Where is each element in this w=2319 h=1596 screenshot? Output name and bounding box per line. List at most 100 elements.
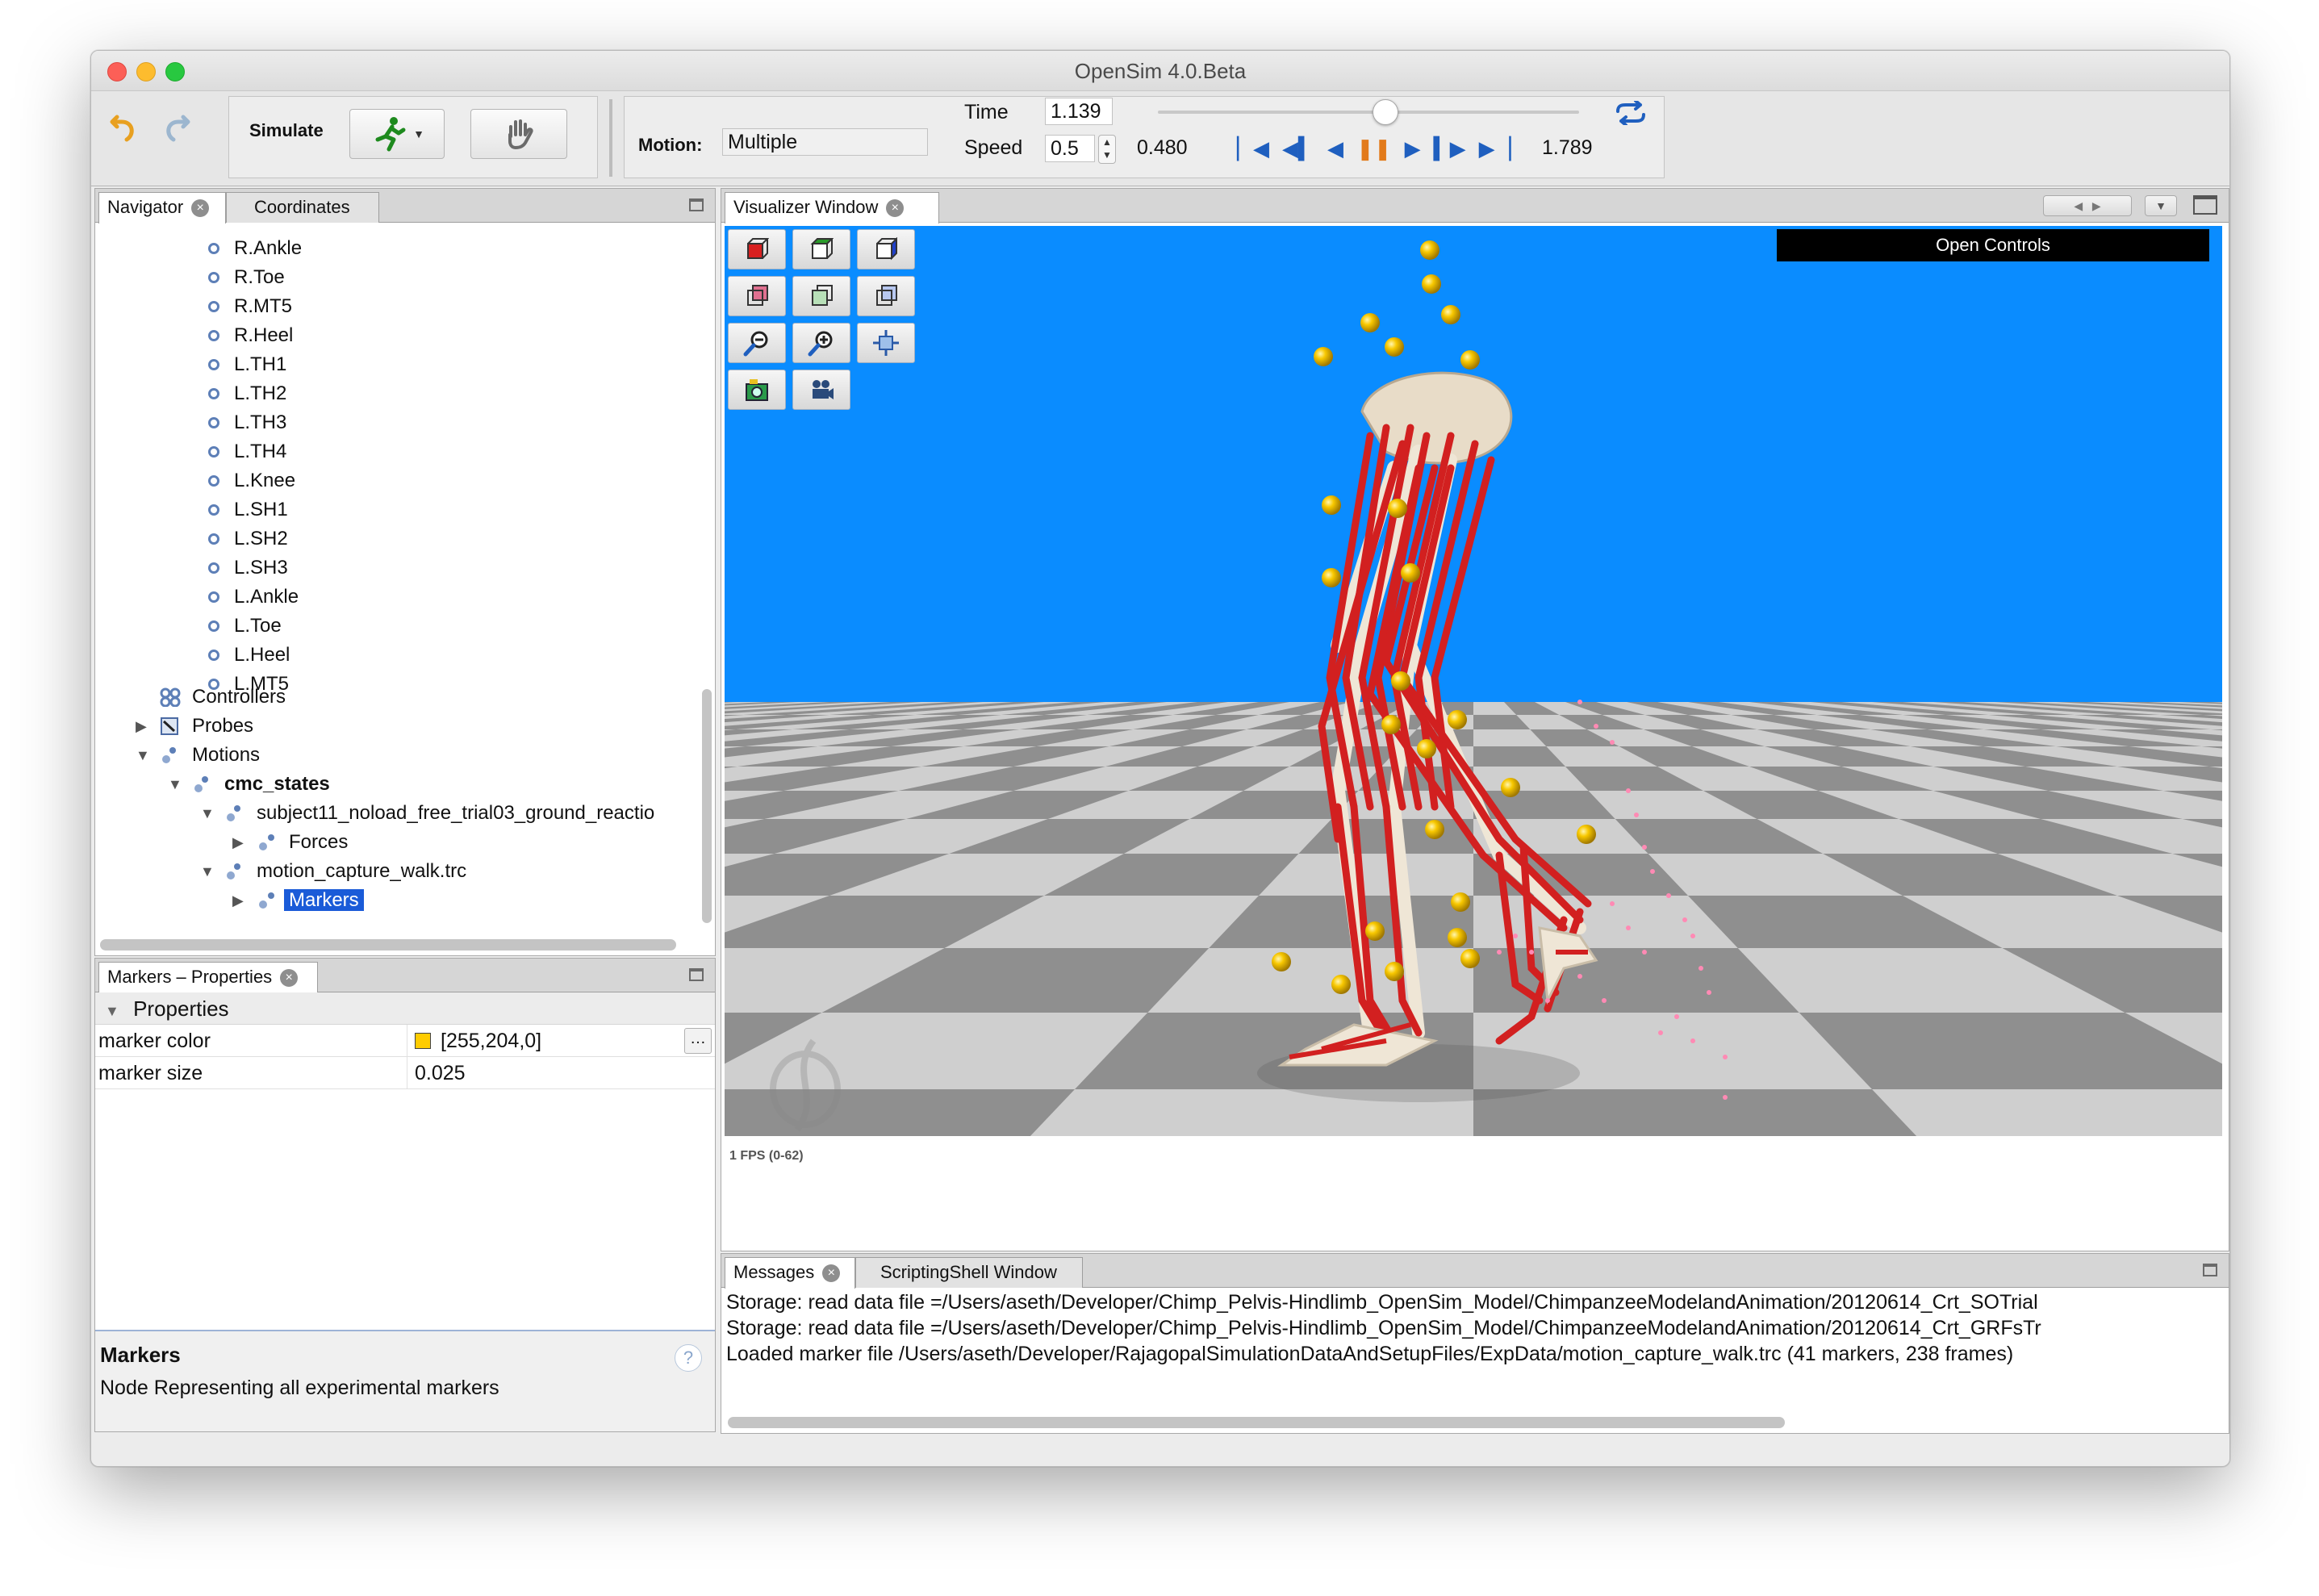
close-tab-icon[interactable]: × <box>886 199 905 218</box>
tab-navigator[interactable]: Navigator × <box>98 192 226 224</box>
tab-scroll-buttons[interactable]: ◀ ▶ <box>2043 195 2132 216</box>
step-forward-icon[interactable]: ▍▶ <box>1434 136 1466 161</box>
collapse-arrow-icon[interactable]: ▼ <box>136 741 150 770</box>
model-marker <box>1448 928 1467 947</box>
tree-item-grf-file[interactable]: ▼ subject11_noload_free_trial03_ground_r… <box>200 799 654 828</box>
properties-section-header[interactable]: ▼ Properties <box>95 992 715 1025</box>
property-row-marker-size[interactable]: marker size 0.025 <box>95 1057 715 1089</box>
time-field[interactable]: 1.139 <box>1045 98 1113 125</box>
experimental-marker <box>1626 925 1631 930</box>
tree-item-motions[interactable]: ▼ Motions <box>136 741 260 770</box>
zoom-out-button[interactable] <box>728 323 786 363</box>
tree-item-marker[interactable]: R.Ankle <box>208 234 302 263</box>
pause-icon[interactable]: ❚❚ <box>1356 136 1392 161</box>
experimental-marker <box>1642 950 1647 955</box>
tree-item-marker[interactable]: R.MT5 <box>208 292 292 321</box>
go-to-start-icon[interactable]: ▏◀ <box>1237 136 1269 161</box>
tree-item-marker[interactable]: L.TH3 <box>208 408 286 437</box>
play-forward-icon[interactable]: ▶ <box>1405 136 1421 161</box>
tab-list-button[interactable]: ▼ <box>2145 195 2177 216</box>
messages-log: Storage: read data file =/Users/aseth/De… <box>721 1288 2229 1415</box>
collapse-arrow-icon[interactable]: ▼ <box>200 857 215 886</box>
tree-item-clipped[interactable]: R.SH1 <box>234 223 291 229</box>
view-bottom-button[interactable] <box>792 276 850 316</box>
minimize-panel-icon[interactable] <box>689 968 704 981</box>
collapse-arrow-icon[interactable]: ▼ <box>168 770 182 799</box>
tree-item-marker[interactable]: L.SH2 <box>208 524 288 554</box>
tree-item-cmc-states[interactable]: ▼ cmc_states <box>168 770 330 799</box>
tree-item-marker[interactable]: L.SH3 <box>208 554 288 583</box>
tab-coordinates[interactable]: Coordinates <box>226 192 379 223</box>
tree-item-probes[interactable]: ▶ Probes <box>136 712 253 741</box>
tree-item-marker[interactable]: L.Toe <box>208 612 282 641</box>
property-row-marker-color[interactable]: marker color [255,204,0] … <box>95 1025 715 1057</box>
3d-viewport[interactable]: Open Controls 1 FPS (0-62) <box>725 226 2222 1175</box>
tab-messages[interactable]: Messages × <box>725 1257 855 1289</box>
collapse-arrow-icon[interactable]: ▼ <box>105 1003 119 1019</box>
fit-view-button[interactable] <box>857 323 915 363</box>
view-front-button[interactable] <box>728 229 786 269</box>
navigator-vertical-scrollbar[interactable] <box>702 689 712 923</box>
model-marker <box>1460 949 1480 968</box>
tree-item-marker[interactable]: R.Heel <box>208 321 293 350</box>
tree-item-mocap-file[interactable]: ▼ motion_capture_walk.trc <box>200 857 466 886</box>
view-top-button[interactable] <box>792 229 850 269</box>
run-simulation-button[interactable]: ▼ <box>349 109 445 159</box>
tree-item-marker[interactable]: L.SH1 <box>208 495 288 524</box>
open-controls-button[interactable]: Open Controls <box>1777 229 2209 261</box>
tree-item-marker[interactable]: L.Knee <box>208 466 295 495</box>
expand-arrow-icon[interactable]: ▶ <box>136 712 147 741</box>
view-back-button[interactable] <box>728 276 786 316</box>
redo-button[interactable] <box>159 109 201 151</box>
tree-item-marker[interactable]: L.Ankle <box>208 583 299 612</box>
collapse-arrow-icon[interactable]: ▼ <box>200 799 215 828</box>
tab-scripting-shell[interactable]: ScriptingShell Window <box>855 1257 1083 1288</box>
tree-item-marker[interactable]: L.TH2 <box>208 379 286 408</box>
minimize-window-button[interactable] <box>136 62 156 81</box>
close-window-button[interactable] <box>107 62 127 81</box>
step-back-icon[interactable]: ◀▍ <box>1282 136 1314 161</box>
messages-horizontal-scrollbar[interactable] <box>728 1417 1785 1428</box>
tree-item-marker[interactable]: L.Heel <box>208 641 290 670</box>
close-tab-icon[interactable]: × <box>280 969 299 988</box>
tree-item-forces[interactable]: ▶ Forces <box>232 828 348 857</box>
tree-item-controllers[interactable]: Controllers <box>160 683 286 712</box>
speed-field[interactable]: 0.5 <box>1045 135 1095 162</box>
tree-item-marker[interactable]: L.TH4 <box>208 437 286 466</box>
help-icon[interactable]: ? <box>675 1344 702 1372</box>
tree-item-marker[interactable]: R.Toe <box>208 263 285 292</box>
status-strip <box>725 1136 2222 1175</box>
tab-markers-properties[interactable]: Markers – Properties × <box>98 962 318 993</box>
loop-button[interactable] <box>1613 99 1648 131</box>
tab-visualizer-window[interactable]: Visualizer Window × <box>725 192 939 224</box>
main-toolbar: Simulate ▼ Motion: Multiple Time 1.139 S… <box>91 91 2229 186</box>
speed-stepper[interactable]: ▲ ▼ <box>1098 135 1116 164</box>
record-movie-button[interactable] <box>792 370 850 410</box>
play-backward-icon[interactable]: ◀ <box>1327 136 1343 161</box>
time-slider-thumb[interactable] <box>1372 99 1398 125</box>
snapshot-button[interactable] <box>728 370 786 410</box>
close-tab-icon[interactable]: × <box>822 1264 841 1283</box>
zoom-in-button[interactable] <box>792 323 850 363</box>
view-left-button[interactable] <box>857 276 915 316</box>
minimize-panel-icon[interactable] <box>2203 1264 2217 1276</box>
color-picker-button[interactable]: … <box>684 1028 712 1054</box>
stop-simulation-button[interactable] <box>470 109 567 159</box>
tree-item-markers[interactable]: ▶ Markers <box>232 886 364 915</box>
expand-arrow-icon[interactable]: ▶ <box>232 886 244 915</box>
model-marker <box>1322 495 1341 515</box>
expand-arrow-icon[interactable]: ▶ <box>232 828 244 857</box>
zoom-window-button[interactable] <box>165 62 185 81</box>
close-tab-icon[interactable]: × <box>191 199 210 218</box>
tree-item-marker[interactable]: L.TH1 <box>208 350 286 379</box>
view-right-button[interactable] <box>857 229 915 269</box>
navigator-horizontal-scrollbar[interactable] <box>100 939 676 950</box>
go-to-end-icon[interactable]: ▶▕ <box>1479 136 1511 161</box>
selected-node-label: Markers <box>284 889 364 911</box>
undo-button[interactable] <box>99 109 141 151</box>
motion-field[interactable]: Multiple <box>722 128 928 156</box>
maximize-panel-icon[interactable] <box>2193 195 2217 215</box>
experimental-marker <box>1690 1038 1695 1043</box>
time-slider-track[interactable] <box>1158 99 1579 125</box>
minimize-panel-icon[interactable] <box>689 198 704 211</box>
